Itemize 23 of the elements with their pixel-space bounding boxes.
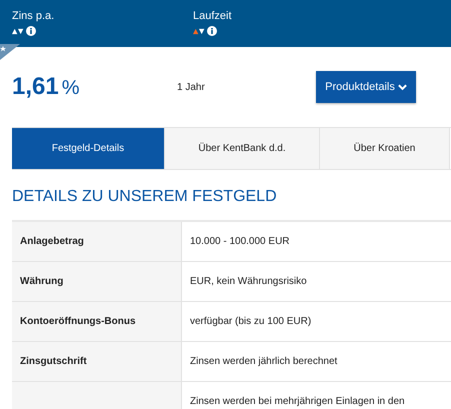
product-details-button[interactable]: Produktdetails <box>316 71 416 103</box>
table-cell: Währung <box>12 262 182 301</box>
tab[interactable]: Festgeld-Details <box>12 128 165 169</box>
table-cell-text: verfügbar (bis zu 100 EUR) <box>189 315 312 329</box>
table-cell: Zinsgutschrift <box>12 342 182 381</box>
column-label: Laufzeit <box>193 10 232 23</box>
tab[interactable]: Über Kroatien <box>320 128 450 169</box>
table-cell-text: EUR, kein Währungsrisiko <box>189 275 308 289</box>
table-cell-text: 10.000 - 100.000 EUR <box>189 235 291 249</box>
table-cell: Kontoeröffnungs-Bonus <box>12 302 182 341</box>
tab[interactable]: Über KentBank d.d. <box>165 128 320 169</box>
section-heading: DETAILS ZU UNSEREM FESTGELD <box>12 187 278 207</box>
chevron-down-icon <box>398 84 407 90</box>
table-cell-text: Zinsen werden bei mehrjährigen Einlagen in den <box>189 395 406 409</box>
sort-icon[interactable] <box>12 28 24 34</box>
info-icon[interactable] <box>207 26 217 36</box>
interest-rate: 1,61% <box>12 73 81 101</box>
table-cell-text: Zinsen werden jährlich berechnet <box>189 355 338 369</box>
info-icon[interactable] <box>26 26 36 36</box>
table-cell: Anlagebetrag <box>12 222 182 261</box>
column-label: Zins p.a. <box>12 10 56 23</box>
sort-icon[interactable] <box>193 28 205 34</box>
term-text: 1 Jahr <box>177 82 206 92</box>
